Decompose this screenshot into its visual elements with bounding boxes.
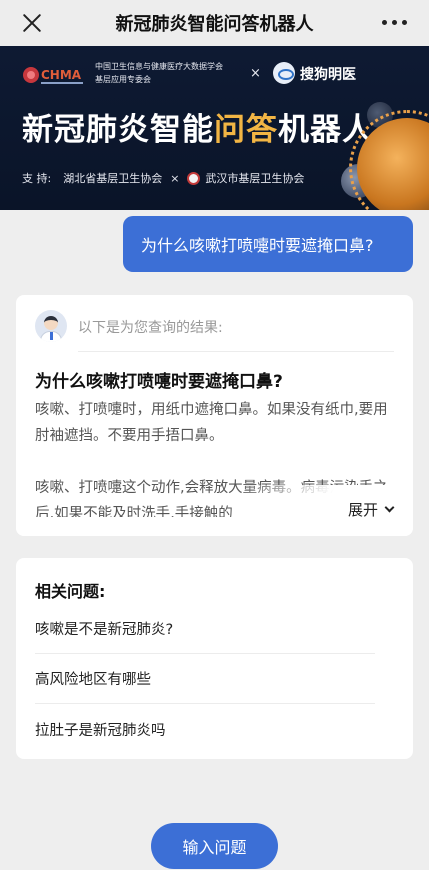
answer-card: 以下是为您查询的结果: 为什么咳嗽打喷嚏时要遮掩口鼻? 咳嗽、打喷嚏时，用纸巾遮…	[16, 295, 413, 536]
organizer-line-2: 基层应用专委会	[95, 75, 151, 84]
result-hint: 以下是为您查询的结果:	[78, 320, 223, 336]
input-question-button[interactable]: 输入问题	[151, 823, 278, 869]
answer-title: 为什么咳嗽打喷嚏时要遮掩口鼻?	[35, 372, 283, 392]
expand-button[interactable]: 展开	[343, 499, 395, 520]
support-row: 支 持: 湖北省基层卫生协会 × 武汉市基层卫生协会	[22, 170, 304, 186]
banner-title: 新冠肺炎智能问答机器人	[22, 104, 374, 149]
support-org-wuhan: 武汉市基层卫生协会	[205, 172, 305, 185]
chma-logo: CHMA	[23, 67, 83, 84]
related-title: 相关问题:	[35, 582, 106, 601]
virus-illustration-icon	[349, 110, 429, 210]
wuhan-association-logo-icon	[187, 171, 201, 185]
banner-title-part-a: 新冠肺炎智能	[22, 112, 214, 148]
divider	[78, 351, 394, 352]
organizer-text: 中国卫生信息与健康医疗大数据学会 基层应用专委会	[95, 60, 250, 86]
sogou-mingyi-logo-icon	[273, 62, 295, 84]
header-banner: CHMA 中国卫生信息与健康医疗大数据学会 基层应用专委会 × 搜狗明医 新冠肺…	[0, 46, 429, 210]
support-org-hubei: 湖北省基层卫生协会	[63, 172, 163, 185]
close-icon[interactable]	[20, 11, 44, 35]
answer-paragraph: 咳嗽、打喷嚏时，用纸巾遮掩口鼻。如果没有纸巾,要用肘袖遮挡。不要用手捂口鼻。	[35, 402, 388, 444]
related-question-item[interactable]: 拉肚子是新冠肺炎吗	[35, 704, 375, 754]
user-question-bubble: 为什么咳嗽打喷嚏时要遮掩口鼻?	[123, 216, 413, 272]
doctor-avatar	[35, 310, 67, 342]
page-title: 新冠肺炎智能问答机器人	[115, 14, 314, 35]
expand-label: 展开	[347, 501, 378, 519]
svg-text:CHMA: CHMA	[41, 68, 82, 82]
more-dots-icon[interactable]	[382, 20, 407, 25]
chevron-down-icon	[384, 502, 395, 513]
partner-cross: ×	[250, 66, 261, 81]
banner-title-highlight: 问答	[214, 112, 278, 148]
support-cross: ×	[170, 171, 180, 185]
top-navbar: 新冠肺炎智能问答机器人	[0, 0, 429, 46]
organizer-line-1: 中国卫生信息与健康医疗大数据学会	[95, 62, 223, 71]
related-question-item[interactable]: 咳嗽是不是新冠肺炎?	[35, 604, 375, 654]
partner-name: 搜狗明医	[300, 67, 356, 83]
support-label: 支 持:	[22, 172, 52, 185]
related-questions-card: 相关问题: 咳嗽是不是新冠肺炎? 高风险地区有哪些 拉肚子是新冠肺炎吗	[16, 558, 413, 759]
related-question-item[interactable]: 高风险地区有哪些	[35, 654, 375, 704]
